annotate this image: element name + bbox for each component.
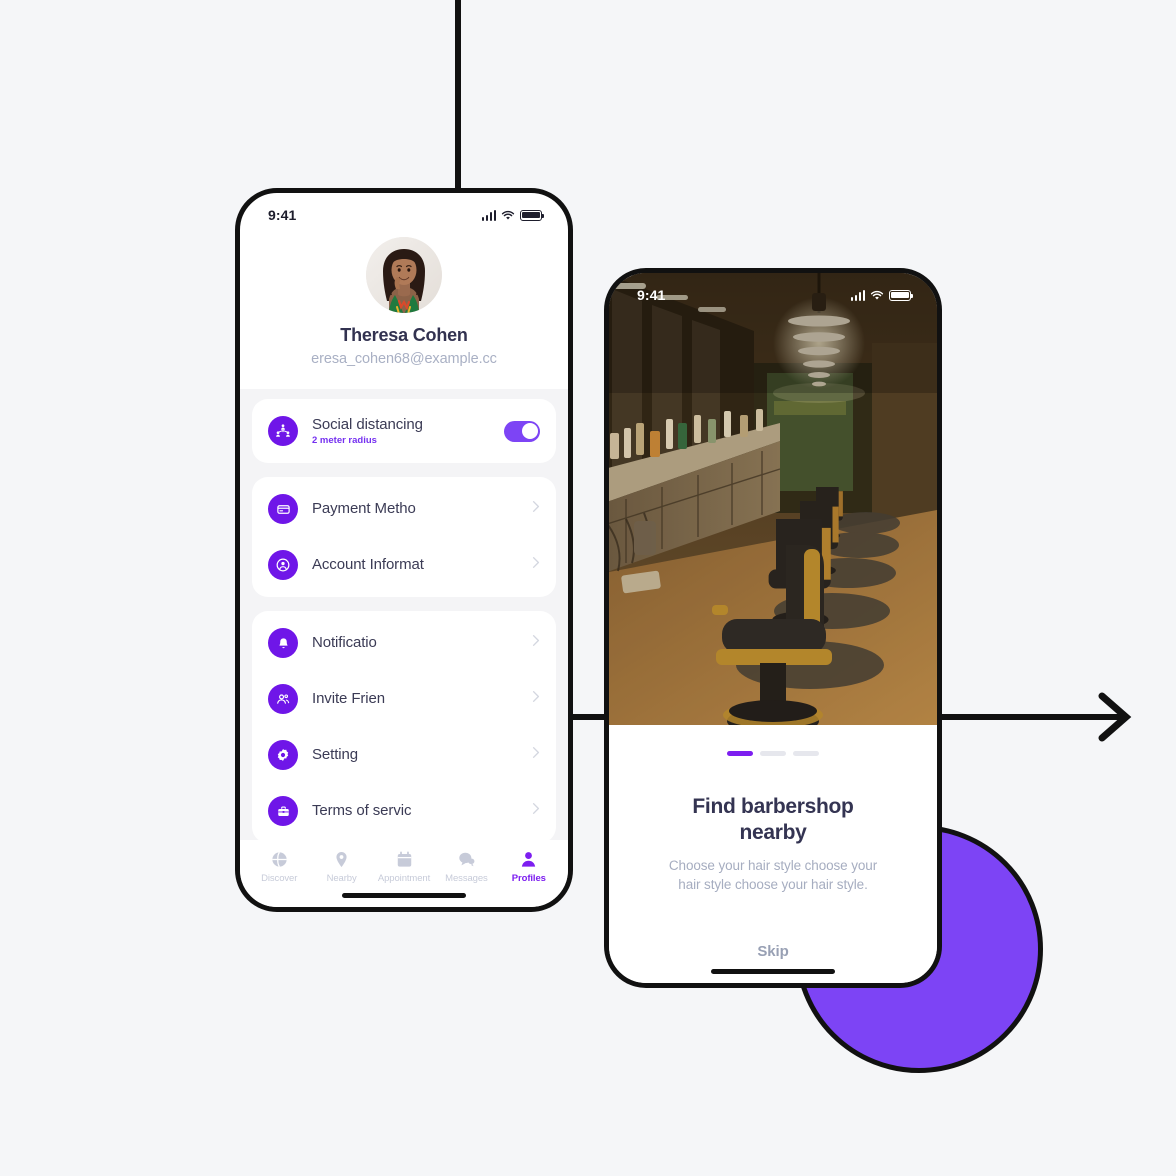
wifi-icon (501, 210, 515, 221)
tab-discover[interactable]: Discover (248, 850, 310, 884)
settings-row-setting[interactable]: Setting (252, 727, 556, 783)
settings-list: Social distancing 2 meter radius Payment… (240, 389, 568, 840)
person-icon (519, 850, 538, 869)
settings-row-title: Social distancing (312, 416, 423, 433)
tab-appointment[interactable]: Appointment (373, 850, 435, 884)
pagination-dots[interactable] (727, 751, 819, 756)
battery-full-icon (520, 209, 545, 221)
settings-row-title: Invite Frien (312, 690, 385, 707)
settings-row-payment-method[interactable]: Payment Metho (252, 481, 556, 537)
phone-onboarding-screen: 9:41 Find barbershop nearby Choose your … (604, 268, 942, 988)
signal-bars-icon (481, 209, 496, 221)
profile-header: Theresa Cohen eresa_cohen68@example.cc (240, 231, 568, 389)
phone-profile-screen: 9:41 Theresa Cohen eresa_cohen68@example… (235, 188, 573, 912)
arrow-right-icon (1098, 692, 1132, 742)
invite-friends-icon (268, 684, 298, 714)
chevron-right-icon (532, 690, 540, 708)
chevron-right-icon (532, 556, 540, 574)
status-bar: 9:41 (609, 273, 937, 311)
chevron-right-icon (532, 746, 540, 764)
settings-card: Payment Metho Account Informat (252, 477, 556, 597)
onboarding-subtitle: Choose your hair style choose your hair … (668, 858, 878, 893)
settings-row-title: Setting (312, 746, 358, 763)
home-indicator[interactable] (240, 888, 568, 907)
tab-label: Profiles (511, 873, 546, 884)
settings-row-title: Terms of servic (312, 802, 412, 819)
social-distancing-icon (268, 416, 298, 446)
barbershop-interior-photo (609, 273, 937, 725)
signal-bars-icon (850, 289, 865, 301)
status-time: 9:41 (637, 287, 666, 303)
home-indicator[interactable] (609, 964, 937, 983)
pagination-dot-1[interactable] (727, 751, 753, 756)
tab-label: Appointment (377, 873, 431, 884)
chevron-right-icon (532, 802, 540, 820)
calendar-icon (395, 850, 414, 869)
bottom-tab-bar: Discover Nearby Appointment Messages Pro… (240, 840, 568, 888)
settings-card: Notificatio Invite Frien Setting Terms o… (252, 611, 556, 840)
chevron-right-icon (532, 500, 540, 518)
gear-icon (268, 740, 298, 770)
profile-email: eresa_cohen68@example.cc (311, 351, 497, 367)
tab-messages[interactable]: Messages (435, 850, 497, 884)
settings-row-title: Account Informat (312, 556, 424, 573)
settings-row-account-information[interactable]: Account Informat (252, 537, 556, 593)
status-time: 9:41 (268, 207, 297, 223)
settings-row-terms-of-service[interactable]: Terms of servic (252, 783, 556, 839)
social-distancing-toggle[interactable] (504, 420, 540, 442)
pagination-dot-2[interactable] (760, 751, 786, 756)
tab-nearby[interactable]: Nearby (310, 850, 372, 884)
skip-button[interactable]: Skip (757, 943, 788, 960)
settings-card: Social distancing 2 meter radius (252, 399, 556, 463)
battery-full-icon (889, 289, 914, 301)
settings-row-notification[interactable]: Notificatio (252, 615, 556, 671)
account-circle-icon (268, 550, 298, 580)
tab-profiles[interactable]: Profiles (498, 850, 560, 884)
settings-row-subtitle: 2 meter radius (312, 435, 377, 446)
avatar[interactable] (366, 237, 442, 313)
status-bar: 9:41 (240, 193, 568, 231)
onboarding-content: Find barbershop nearby Choose your hair … (609, 725, 937, 964)
canvas: 9:41 Theresa Cohen eresa_cohen68@example… (0, 0, 1176, 1176)
tab-label: Nearby (326, 873, 357, 884)
wifi-icon (870, 290, 884, 301)
settings-row-title: Notificatio (312, 634, 377, 651)
chat-bubble-icon (457, 850, 476, 869)
settings-row-title: Payment Metho (312, 500, 416, 517)
tab-label: Messages (445, 873, 488, 884)
briefcase-icon (268, 796, 298, 826)
settings-row-invite-friends[interactable]: Invite Frien (252, 671, 556, 727)
vertical-connector-line (455, 0, 461, 190)
settings-row-social-distancing[interactable]: Social distancing 2 meter radius (252, 403, 556, 459)
bell-icon (268, 628, 298, 658)
chevron-right-icon (532, 634, 540, 652)
globe-icon (270, 850, 289, 869)
onboarding-title: Find barbershop nearby (692, 795, 854, 844)
pagination-dot-3[interactable] (793, 751, 819, 756)
credit-card-icon (268, 494, 298, 524)
page-title: Theresa Cohen (340, 325, 468, 345)
map-pin-icon (332, 850, 351, 869)
tab-label: Discover (261, 873, 298, 884)
